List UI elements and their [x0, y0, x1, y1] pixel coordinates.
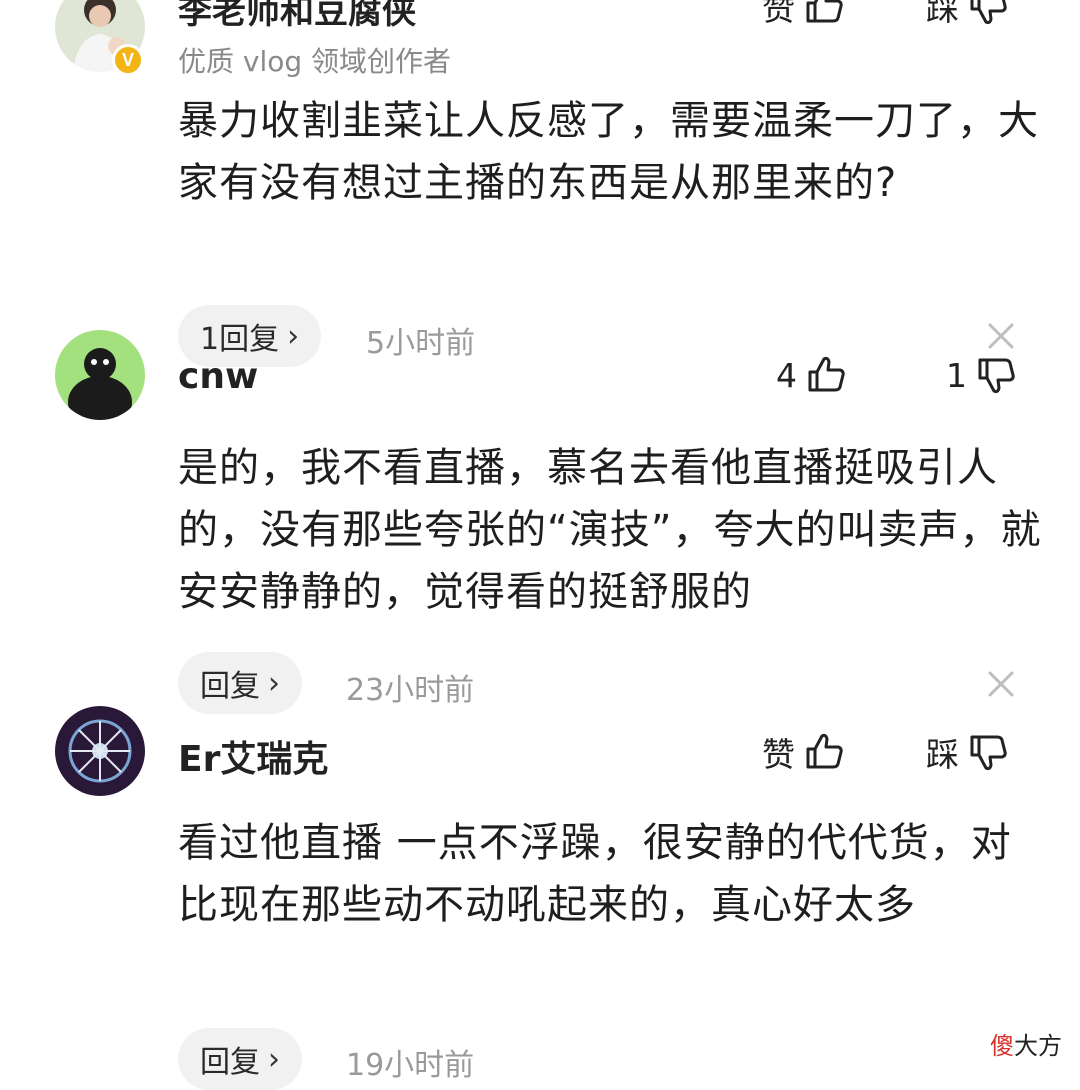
username[interactable]: Er艾瑞克 — [178, 730, 328, 782]
chevron-right-icon: › — [287, 318, 300, 354]
avatar-image — [55, 330, 145, 420]
like-label: 赞 — [762, 735, 795, 774]
dislike-button[interactable]: 踩 — [926, 0, 1009, 30]
chevron-right-icon: › — [268, 1041, 280, 1077]
dislike-button[interactable]: 踩 — [926, 728, 1009, 776]
watermark: 傻大方 — [990, 1026, 1062, 1061]
thumbs-down-outline-icon — [970, 735, 1007, 771]
like-count: 4 — [776, 355, 797, 395]
reply-button[interactable]: 回复 › — [178, 1028, 302, 1090]
watermark-part1: 傻 — [990, 1032, 1014, 1060]
watermark-part2: 大方 — [1014, 1032, 1062, 1060]
like-button[interactable]: 赞 — [762, 728, 845, 776]
thumbs-up-outline-icon — [806, 0, 843, 23]
thumbs-up-outline-icon — [808, 356, 845, 392]
dislike-button[interactable]: 1 — [946, 354, 1017, 396]
dislike-count: 1 — [946, 355, 967, 395]
chevron-right-icon: › — [268, 665, 280, 701]
like-button[interactable]: 赞 — [762, 0, 845, 30]
like-button[interactable]: 4 — [776, 354, 847, 396]
reply-button[interactable]: 回复 › — [178, 652, 302, 714]
timestamp: 19小时前 — [346, 1048, 475, 1083]
verified-badge-icon: V — [112, 44, 144, 76]
timestamp: 5小时前 — [366, 326, 476, 361]
username[interactable]: 李老师和豆腐侠 — [178, 0, 416, 33]
reply-label: 1回复 — [200, 322, 280, 357]
close-icon[interactable] — [986, 321, 1016, 351]
reply-label: 回复 — [200, 1045, 260, 1080]
comment-text: 看过他直播 一点不浮躁，很安静的代代货，对比现在那些动不动吼起来的，真心好太多 — [178, 820, 1012, 928]
comment-text: 暴力收割韭菜让人反感了，需要温柔一刀了，大家有没有想过主播的东西是从那里来的? — [178, 98, 1039, 206]
timestamp: 23小时前 — [346, 673, 475, 708]
like-label: 赞 — [762, 0, 795, 28]
thumbs-down-outline-icon — [978, 358, 1015, 394]
avatar[interactable] — [55, 330, 145, 420]
avatar[interactable] — [55, 706, 145, 796]
thumbs-up-outline-icon — [806, 733, 843, 769]
user-subtitle: 优质 vlog 领域创作者 — [178, 45, 452, 78]
avatar-image — [55, 706, 145, 796]
close-icon[interactable] — [986, 669, 1016, 699]
comment-text: 是的，我不看直播，慕名去看他直播挺吸引人的，没有那些夸张的“演技”，夸大的叫卖声… — [178, 445, 1042, 615]
dislike-label: 踩 — [926, 735, 959, 774]
dislike-label: 踩 — [926, 0, 959, 28]
username[interactable]: cnw — [178, 356, 258, 397]
reply-label: 回复 — [200, 669, 260, 704]
thumbs-down-outline-icon — [970, 0, 1007, 25]
